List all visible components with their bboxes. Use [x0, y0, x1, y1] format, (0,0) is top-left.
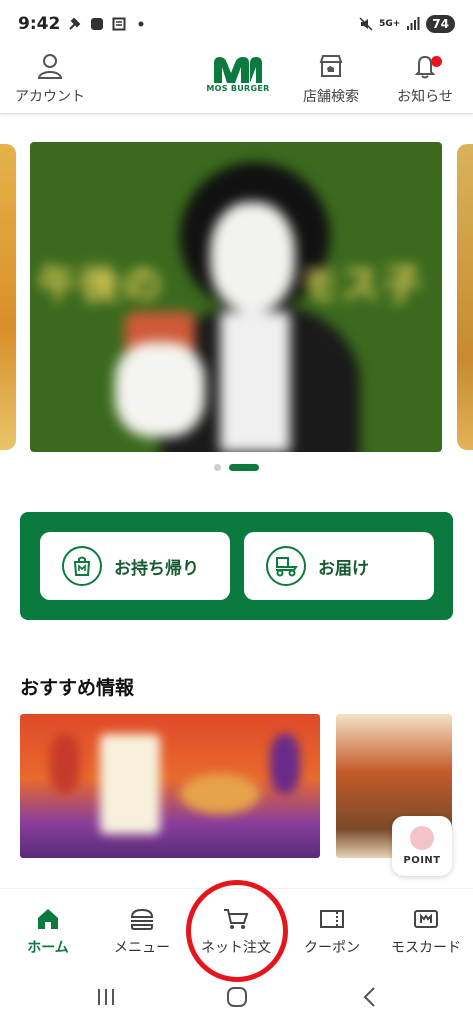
burger-icon [130, 908, 154, 930]
coupon-icon [320, 910, 344, 928]
system-back-button[interactable] [350, 982, 390, 1012]
carousel-indicator [0, 464, 473, 471]
account-label: アカウント [15, 89, 85, 105]
recommended-card[interactable] [20, 714, 320, 858]
signal-icon [407, 17, 420, 30]
notifications-button[interactable]: お知らせ [390, 52, 460, 106]
mos-logo-icon [214, 57, 262, 83]
next-banner[interactable] [457, 144, 473, 450]
nav-net-order-label: ネット注文 [201, 940, 271, 956]
nav-coupon[interactable]: クーポン [286, 907, 378, 957]
nav-menu[interactable]: メニュー [96, 907, 188, 957]
app-header: アカウント MOS BURGER 店舗検索 お知らせ [0, 48, 473, 114]
takeout-label: お持ち帰り [114, 558, 199, 579]
point-label: POINT [403, 855, 441, 866]
banner-illustration: 午後の モス子 [30, 142, 442, 452]
recent-apps-icon [98, 989, 114, 1005]
nav-net-order[interactable]: ネット注文 [190, 907, 282, 957]
carousel-dot[interactable] [214, 464, 221, 471]
person-icon [37, 54, 63, 79]
system-navigation-bar [0, 970, 473, 1024]
takeout-button[interactable]: お持ち帰り [40, 532, 230, 600]
notifications-label: お知らせ [397, 89, 453, 105]
banner-carousel[interactable]: 午後の モス子 [0, 140, 473, 471]
system-home-icon [227, 987, 247, 1007]
mos-card-icon [414, 910, 438, 928]
takeout-bag-icon [62, 546, 102, 586]
store-icon [319, 55, 343, 77]
bottom-navigation: ホーム メニュー ネット注文 クーポン モスカード [0, 888, 473, 968]
hammer-icon [69, 17, 81, 30]
banner-headline-right: モス子 [298, 261, 424, 308]
network-type: 5G+ [379, 18, 401, 29]
logo-text: MOS BURGER [206, 84, 270, 93]
nav-home-label: ホーム [27, 940, 69, 956]
system-home-button[interactable] [217, 982, 257, 1012]
nav-menu-label: メニュー [114, 940, 170, 956]
heart-icon [410, 826, 434, 850]
store-search-label: 店舗検索 [303, 89, 359, 105]
delivery-button[interactable]: お届け [244, 532, 434, 600]
status-time: 9:42 [18, 14, 61, 34]
dot-icon [138, 21, 144, 27]
recommended-title: おすすめ情報 [20, 677, 135, 699]
delivery-label: お届け [318, 558, 369, 579]
nav-mos-card[interactable]: モスカード [380, 907, 472, 957]
mute-icon [359, 17, 373, 31]
banner-headline-left: 午後の [38, 261, 164, 308]
nav-mos-card-label: モスカード [391, 940, 461, 956]
cart-icon [224, 909, 249, 929]
news-icon [112, 17, 126, 31]
status-bar: 9:42 5G+ 74 [0, 0, 473, 48]
order-panel: お持ち帰り お届け [20, 512, 453, 620]
delivery-scooter-icon [266, 546, 306, 586]
point-badge-button[interactable]: POINT [392, 816, 452, 876]
line-app-icon [91, 18, 104, 30]
notification-badge [431, 56, 442, 67]
account-button[interactable]: アカウント [10, 52, 90, 106]
banner-image[interactable]: 午後の モス子 [30, 142, 442, 452]
back-chevron-icon [363, 987, 375, 1007]
nav-home[interactable]: ホーム [2, 907, 94, 957]
mos-burger-logo[interactable]: MOS BURGER [206, 57, 270, 93]
battery-indicator: 74 [426, 15, 455, 33]
carousel-dot-active[interactable] [229, 464, 259, 471]
recent-apps-button[interactable] [86, 982, 126, 1012]
nav-coupon-label: クーポン [304, 940, 360, 956]
previous-banner[interactable] [0, 144, 16, 450]
store-search-button[interactable]: 店舗検索 [296, 52, 366, 106]
home-icon [38, 909, 58, 929]
